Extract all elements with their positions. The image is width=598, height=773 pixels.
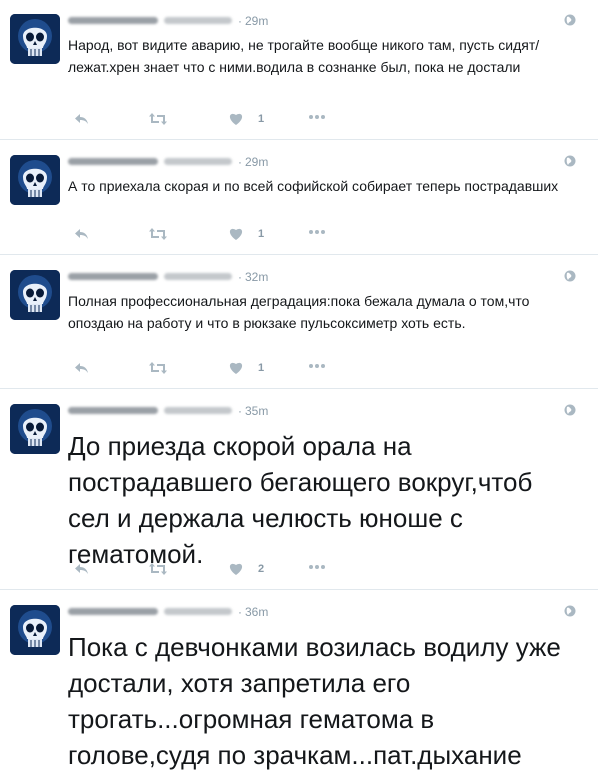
tweet-header: · 32m [68, 268, 568, 284]
tweet-text: Народ, вот видите аварию, не трогайте во… [68, 37, 540, 75]
tweet-header: · 35m [68, 402, 568, 418]
globe-icon [564, 14, 576, 26]
more-button[interactable] [308, 114, 326, 130]
user-name-redacted[interactable] [68, 17, 158, 25]
user-name-redacted[interactable] [68, 158, 158, 166]
tweet-actions: 2 [68, 562, 368, 578]
avatar[interactable] [10, 270, 60, 320]
avatar[interactable] [10, 14, 60, 64]
tweet-timestamp[interactable]: 35m [245, 404, 268, 418]
tweet-timestamp[interactable]: 36m [245, 605, 268, 619]
tweet-text: А то приехала скорая и по всей софийской… [68, 178, 559, 194]
user-handle-redacted[interactable] [164, 407, 232, 415]
more-button[interactable] [308, 229, 326, 245]
heart-icon [229, 228, 243, 240]
retweet-icon [149, 563, 167, 575]
retweet-button[interactable] [148, 227, 168, 243]
user-handle-redacted[interactable] [164, 608, 232, 616]
user-name-redacted[interactable] [68, 273, 158, 281]
tweet-text: Полная профессиональная деградация:пока … [68, 293, 530, 331]
tweet-feed: · 29m Народ, вот видите аварию, не трогай… [0, 0, 598, 770]
reply-button[interactable] [74, 361, 90, 377]
globe-icon [564, 404, 576, 416]
tweet-header: · 36m [68, 603, 568, 619]
tweet-header: · 29m [68, 12, 568, 28]
like-button[interactable] [228, 361, 244, 377]
reply-button[interactable] [74, 112, 90, 128]
more-icon [309, 115, 325, 119]
retweet-button[interactable] [148, 361, 168, 377]
retweet-button[interactable] [148, 112, 168, 128]
tweet[interactable]: · 36m Пока с девчонками возилась водилу у… [0, 591, 598, 770]
globe-icon [564, 270, 576, 282]
tweet-text: До приезда скорой орала на пострадавшего… [68, 431, 533, 569]
reply-button[interactable] [74, 227, 90, 243]
user-handle-redacted[interactable] [164, 17, 232, 25]
skull-avatar-icon [10, 605, 60, 655]
retweet-icon [149, 113, 167, 125]
globe-icon [564, 605, 576, 617]
reply-icon [75, 363, 88, 373]
like-count: 1 [258, 228, 265, 240]
tweet[interactable]: · 29m А то приехала скорая и по всей софи… [0, 141, 598, 255]
like-count: 1 [258, 362, 265, 374]
like-button[interactable] [228, 227, 244, 243]
heart-icon [229, 563, 243, 575]
skull-avatar-icon [10, 14, 60, 64]
user-handle-redacted[interactable] [164, 158, 232, 166]
globe-icon [564, 155, 576, 167]
tweet-actions: 1 [68, 112, 368, 128]
more-button[interactable] [308, 564, 326, 580]
retweet-icon [149, 228, 167, 240]
heart-icon [229, 362, 243, 374]
user-handle-redacted[interactable] [164, 273, 232, 281]
tweet[interactable]: · 35m До приезда скорой орала на пострада… [0, 390, 598, 590]
like-button[interactable] [228, 112, 244, 128]
retweet-button[interactable] [148, 562, 168, 578]
tweet-actions: 1 [68, 227, 368, 243]
more-icon [309, 364, 325, 368]
tweet[interactable]: · 32m Полная профессиональная деградация:… [0, 256, 598, 389]
tweet-timestamp[interactable]: 29m [245, 155, 268, 169]
reply-icon [75, 564, 88, 574]
heart-icon [229, 113, 243, 125]
skull-avatar-icon [10, 155, 60, 205]
avatar[interactable] [10, 605, 60, 655]
like-button[interactable] [228, 562, 244, 578]
avatar[interactable] [10, 404, 60, 454]
retweet-icon [149, 362, 167, 374]
tweet-header: · 29m [68, 153, 568, 169]
reply-icon [75, 229, 88, 239]
like-count: 1 [258, 113, 265, 125]
tweet[interactable]: · 29m Народ, вот видите аварию, не трогай… [0, 0, 598, 140]
skull-avatar-icon [10, 404, 60, 454]
tweet-text: Пока с девчонками возилась водилу уже до… [68, 632, 561, 770]
user-name-redacted[interactable] [68, 407, 158, 415]
like-count: 2 [258, 563, 265, 575]
tweet-timestamp[interactable]: 32m [245, 270, 268, 284]
tweet-timestamp[interactable]: 29m [245, 14, 268, 28]
reply-icon [75, 114, 88, 124]
skull-avatar-icon [10, 270, 60, 320]
reply-button[interactable] [74, 562, 90, 578]
more-button[interactable] [308, 363, 326, 379]
tweet-actions: 1 [68, 361, 368, 377]
user-name-redacted[interactable] [68, 608, 158, 616]
more-icon [309, 230, 325, 234]
more-icon [309, 565, 325, 569]
avatar[interactable] [10, 155, 60, 205]
